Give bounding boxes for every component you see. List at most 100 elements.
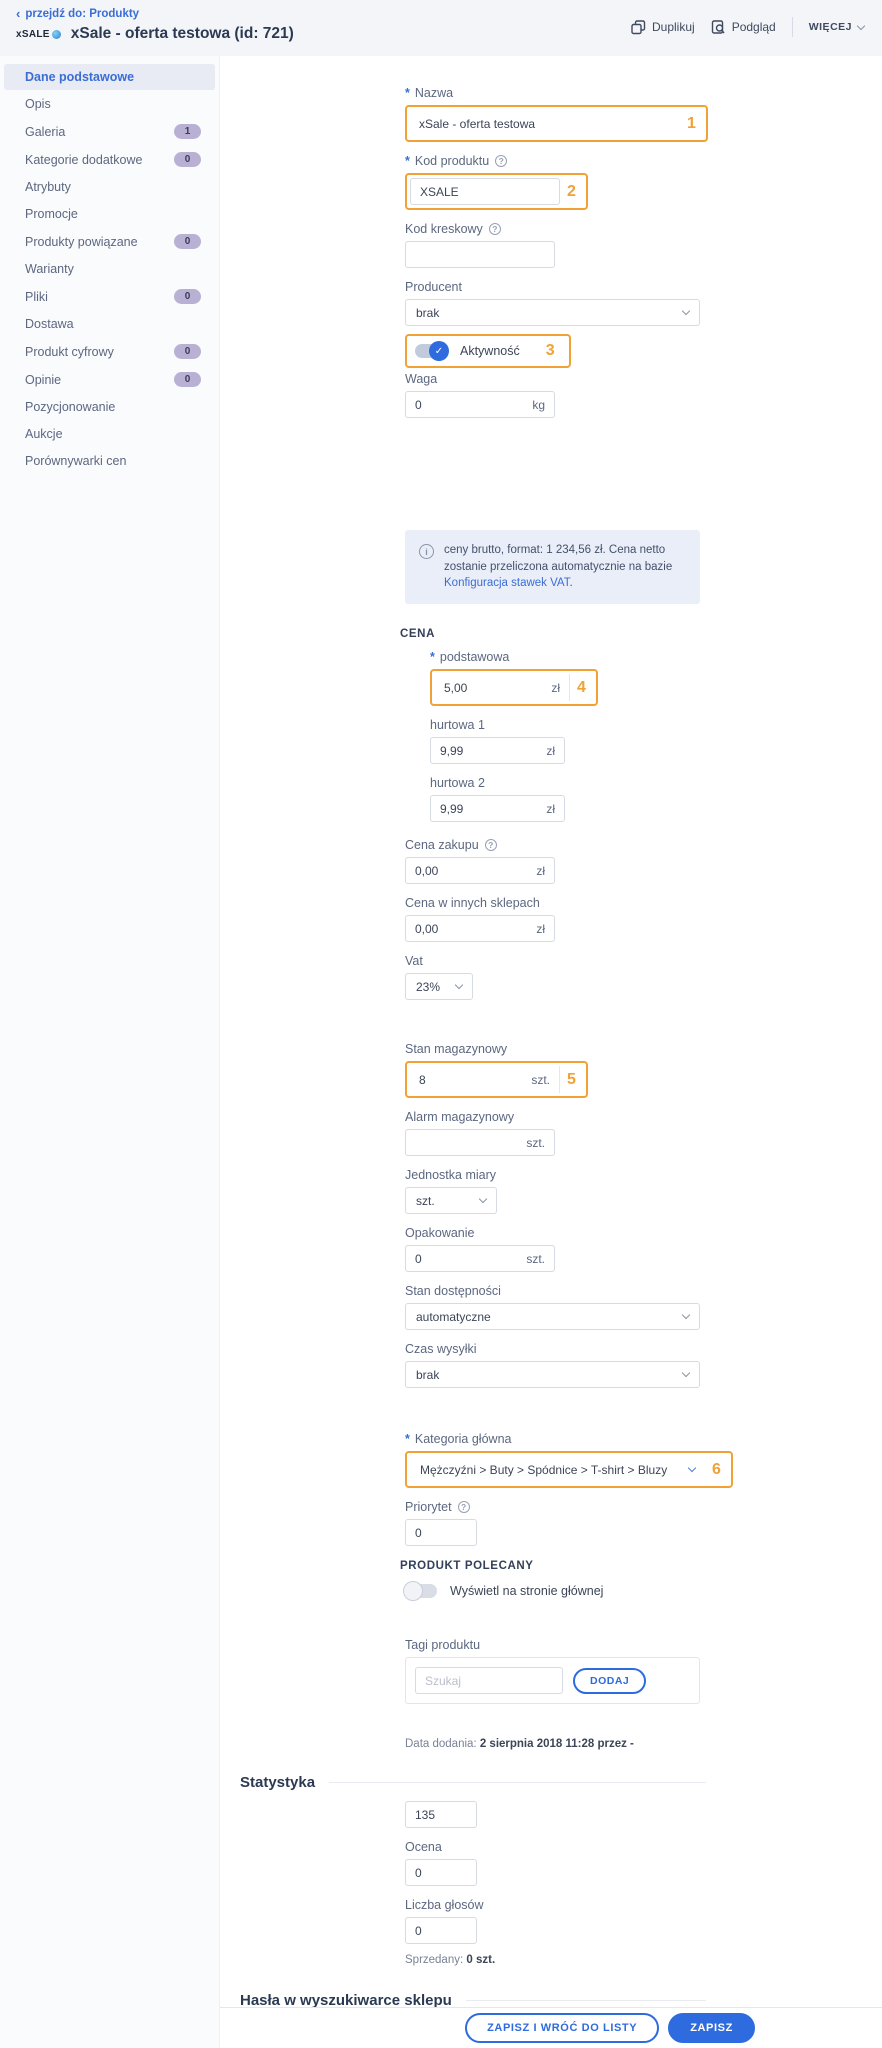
nazwa-input[interactable] — [419, 117, 671, 131]
priorytet-input[interactable] — [415, 1526, 467, 1540]
unit-suffix: szt. — [531, 1073, 550, 1087]
producent-select[interactable]: brak — [405, 299, 700, 326]
field-priorytet: Priorytet? — [405, 1500, 882, 1546]
dostepnosc-select[interactable]: automatyczne — [405, 1303, 700, 1330]
field-cena-podstawowa: *podstawowa zł 4 — [430, 650, 882, 706]
wysylka-select[interactable]: brak — [405, 1361, 700, 1388]
currency-suffix: zł — [546, 802, 555, 816]
sidebar-item-warianty[interactable]: Warianty — [4, 256, 215, 282]
opakowanie-input[interactable] — [415, 1252, 520, 1266]
alarm-input[interactable] — [415, 1136, 520, 1150]
count-badge: 0 — [174, 344, 201, 359]
sidebar-item-promocje[interactable]: Promocje — [4, 201, 215, 227]
sidebar-item-galeria[interactable]: Galeria1 — [4, 118, 215, 145]
callout-number-6: 6 — [705, 1461, 728, 1479]
preview-button[interactable]: Podgląd — [711, 20, 776, 35]
sidebar-item-dane-podstawowe[interactable]: Dane podstawowe — [4, 64, 215, 90]
glosy-input[interactable] — [415, 1924, 467, 1938]
info-text-after: . — [570, 577, 573, 589]
sidebar-item-produkty-powiazane[interactable]: Produkty powiązane0 — [4, 228, 215, 255]
cena-zakupu-input[interactable] — [415, 864, 530, 878]
sidebar-item-label: Atrybuty — [25, 180, 71, 194]
sidebar-item-opis[interactable]: Opis — [4, 91, 215, 117]
add-tag-button[interactable]: DODAJ — [573, 1668, 646, 1694]
select-value: automatyczne — [416, 1310, 491, 1324]
info-text: ceny brutto, format: 1 234,56 zł. Cena n… — [444, 544, 672, 573]
cena-inne-input[interactable] — [415, 922, 530, 936]
alarm-input-wrap: szt. — [405, 1129, 555, 1156]
data-dodania-line: Data dodania: 2 sierpnia 2018 11:28 prze… — [405, 1738, 882, 1750]
ocena-input-wrap — [405, 1859, 477, 1886]
kod-produktu-input[interactable] — [420, 185, 550, 199]
hurtowa-1-input-wrap: zł — [430, 737, 565, 764]
field-label: Stan magazynowy — [405, 1042, 507, 1056]
field-kategoria-glowna: *Kategoria główna Mężczyźni > Buty > Spó… — [405, 1432, 882, 1488]
field-label: Opakowanie — [405, 1226, 475, 1240]
callout-number-3: 3 — [520, 342, 565, 360]
glosy-input-wrap — [405, 1917, 477, 1944]
field-cena-inne-sklepy: Cena w innych sklepach zł — [405, 896, 882, 942]
more-menu-button[interactable]: WIĘCEJ — [809, 21, 864, 33]
kod-kreskowy-input[interactable] — [415, 248, 545, 262]
currency-suffix: zł — [536, 864, 545, 878]
cena-podstawowa-input[interactable] — [444, 681, 545, 695]
help-icon[interactable]: ? — [495, 155, 507, 167]
kategoria-select[interactable]: Mężczyźni > Buty > Spódnice > T-shirt > … — [410, 1456, 705, 1483]
sidebar-item-label: Kategorie dodatkowe — [25, 153, 142, 167]
vat-info-text: ceny brutto, format: 1 234,56 zł. Cena n… — [444, 542, 686, 592]
sidebar-item-produkt-cyfrowy[interactable]: Produkt cyfrowy 0 — [4, 338, 215, 365]
info-icon: i — [419, 544, 434, 559]
save-and-back-button[interactable]: ZAPISZ I WRÓĆ DO LISTY — [465, 2013, 659, 2043]
sidebar-item-label: Opinie — [25, 373, 61, 387]
sidebar-item-opinie[interactable]: Opinie0 — [4, 366, 215, 393]
ocena-input[interactable] — [415, 1866, 467, 1880]
highlight-box-1: 1 — [405, 105, 708, 142]
vat-select[interactable]: 23% — [405, 973, 473, 1000]
toggle-label: Wyświetl na stronie głównej — [450, 1584, 603, 1598]
field-label: Cena w innych sklepach — [405, 896, 540, 910]
polecany-toggle[interactable] — [405, 1584, 437, 1598]
jednostka-select[interactable]: szt. — [405, 1187, 497, 1214]
views-input-wrap — [405, 1801, 477, 1828]
tag-search-input[interactable] — [425, 1674, 553, 1688]
vat-config-link[interactable]: Konfiguracja stawek VAT — [444, 577, 570, 589]
waga-input[interactable] — [415, 398, 526, 412]
save-button[interactable]: ZAPISZ — [668, 2013, 755, 2043]
data-dodania-label: Data dodania: — [405, 1738, 477, 1750]
sidebar-item-porownywarki-cen[interactable]: Porównywarki cen — [4, 448, 215, 474]
stan-magazynowy-input[interactable] — [419, 1073, 525, 1087]
count-badge: 0 — [174, 289, 201, 304]
data-dodania-value: 2 sierpnia 2018 11:28 przez - — [480, 1738, 634, 1750]
hurtowa-1-input[interactable] — [440, 744, 540, 758]
field-label: hurtowa 2 — [430, 776, 485, 790]
chevron-down-icon — [479, 1195, 487, 1203]
sprzedany-line: Sprzedany: 0 szt. — [405, 1954, 882, 1966]
field-label: podstawowa — [440, 650, 510, 664]
field-producent: Producent brak — [405, 280, 882, 326]
duplicate-icon — [631, 20, 646, 35]
help-icon[interactable]: ? — [485, 839, 497, 851]
sidebar-item-dostawa[interactable]: Dostawa — [4, 311, 215, 337]
sidebar-item-atrybuty[interactable]: Atrybuty — [4, 174, 215, 200]
help-icon[interactable]: ? — [458, 1501, 470, 1513]
hurtowa-2-input[interactable] — [440, 802, 540, 816]
sidebar-item-label: Dostawa — [25, 317, 74, 331]
header-divider — [792, 17, 793, 37]
sidebar-item-pliki[interactable]: Pliki0 — [4, 283, 215, 310]
vat-info-box: i ceny brutto, format: 1 234,56 zł. Cena… — [405, 530, 700, 604]
chevron-down-icon — [682, 307, 690, 315]
sidebar-item-label: Produkt cyfrowy — [25, 345, 114, 359]
sidebar-item-aukcje[interactable]: Aukcje — [4, 421, 215, 447]
sidebar-item-pozycjonowanie[interactable]: Pozycjonowanie — [4, 394, 215, 420]
duplicate-button[interactable]: Duplikuj — [631, 20, 695, 35]
statystyka-section-header: Statystyka — [240, 1774, 706, 1791]
toggle-knob — [403, 1581, 423, 1601]
aktywnosc-toggle[interactable]: ✓ — [415, 344, 447, 358]
tagi-box: DODAJ — [405, 1657, 700, 1704]
toggle-label: Aktywność — [460, 344, 520, 358]
chevron-down-icon — [688, 1464, 696, 1472]
help-icon[interactable]: ? — [489, 223, 501, 235]
views-input[interactable] — [415, 1808, 467, 1822]
sidebar-item-kategorie-dodatkowe[interactable]: Kategorie dodatkowe0 — [4, 146, 215, 173]
highlight-box-2: 2 — [405, 173, 588, 210]
